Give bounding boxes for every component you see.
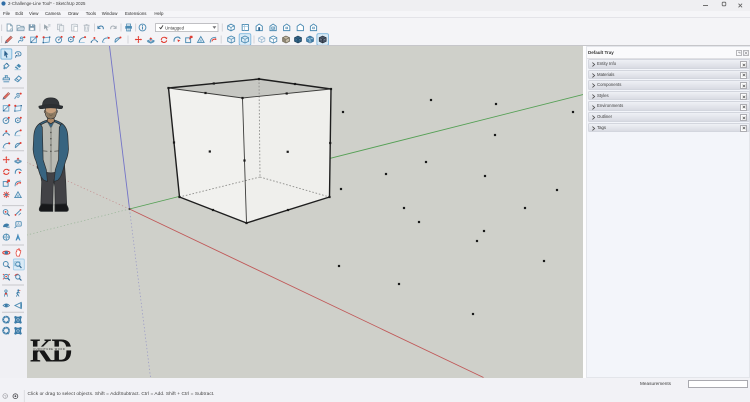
svg-text:Untagged: Untagged (165, 25, 185, 30)
svg-text:FURNITURE WOOD: FURNITURE WOOD (33, 347, 65, 351)
